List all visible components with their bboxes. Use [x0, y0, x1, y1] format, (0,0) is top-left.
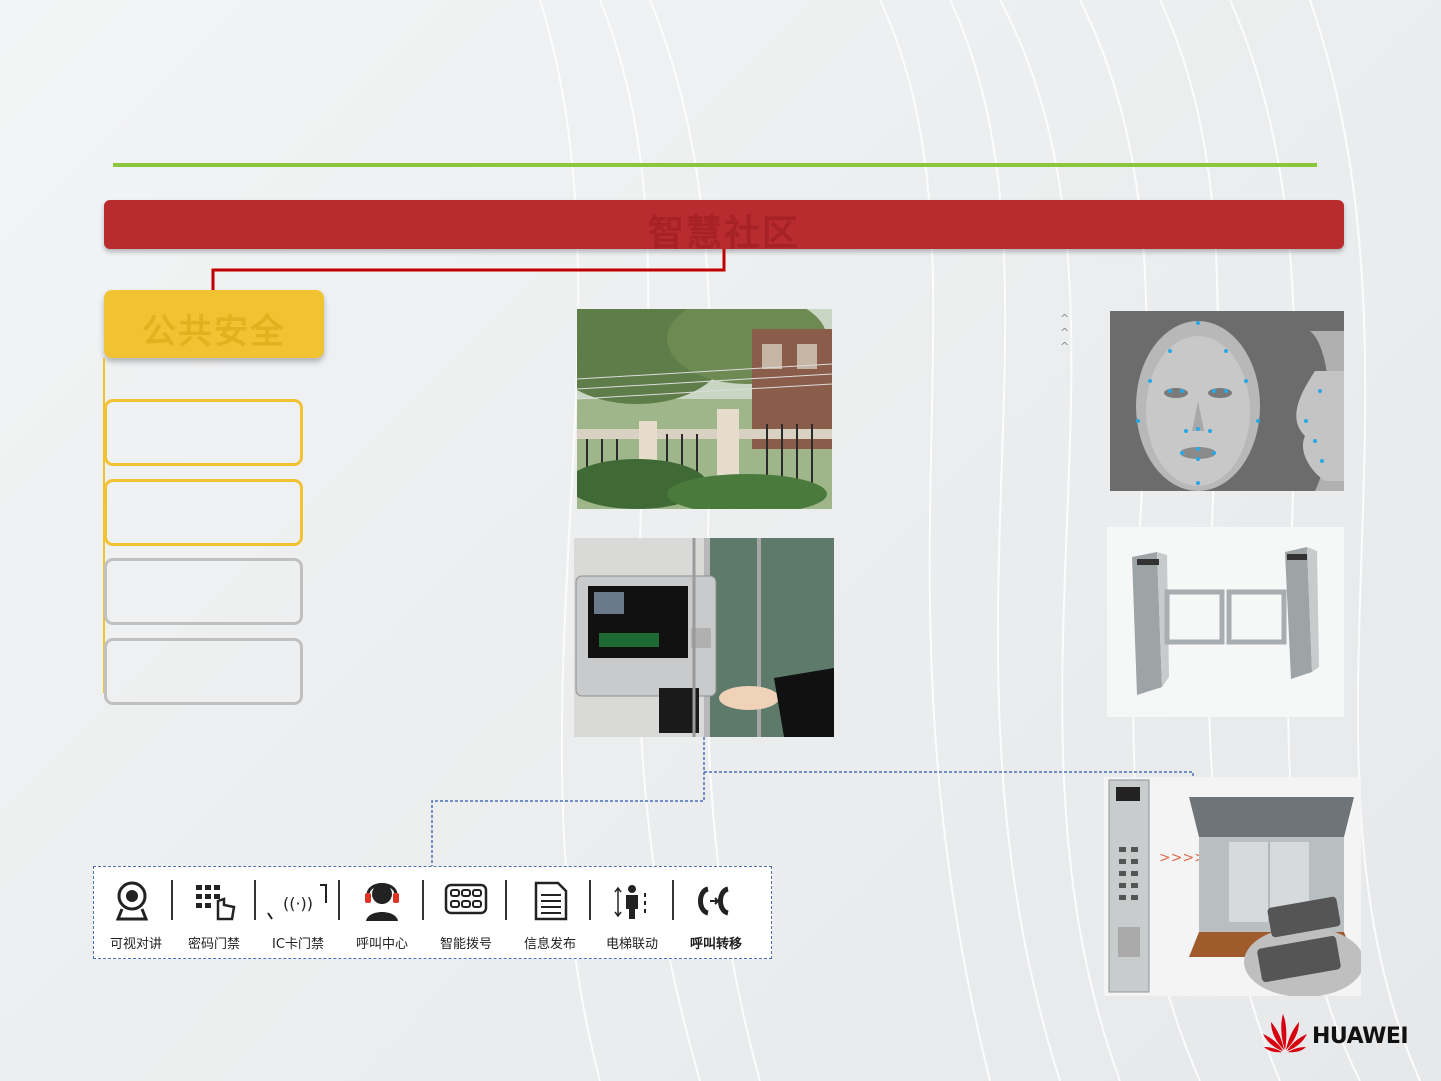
sub-item-box-1[interactable]	[104, 399, 303, 466]
green-divider	[113, 163, 1317, 167]
category-box[interactable]: 公共安全	[104, 290, 324, 358]
feature-label: 可视对讲	[109, 937, 162, 952]
feature-label: 信息发布	[523, 937, 576, 952]
call-forward-icon	[698, 886, 730, 916]
face-recognition-photo	[1110, 311, 1344, 491]
sub-item-box-2[interactable]	[104, 479, 303, 546]
separator	[505, 880, 507, 920]
feature-label: 智能拨号	[439, 937, 492, 952]
feature-label: 呼叫转移	[689, 937, 742, 952]
sub-item-box-4[interactable]	[104, 638, 303, 705]
camera-icon	[115, 881, 149, 921]
feature-label: IC卡门禁	[272, 937, 324, 952]
huawei-petal-icon	[1263, 1014, 1307, 1053]
header-banner: 智慧社区	[104, 200, 1344, 254]
category-title: 公共安全	[142, 311, 286, 352]
feature-elevator-link[interactable]: 电梯联动	[590, 867, 674, 960]
decorative-carets: ^ ^ ^	[1060, 312, 1070, 353]
feature-ic-card-access[interactable]: ((·)) IC卡门禁	[256, 867, 340, 960]
feature-password-access[interactable]: 密码门禁	[172, 867, 256, 960]
feature-smart-dial[interactable]: 智能拨号	[424, 867, 508, 960]
feature-label: 电梯联动	[605, 937, 658, 952]
sub-item-box-3[interactable]	[104, 558, 303, 625]
feature-call-forward[interactable]: 呼叫转移	[674, 867, 758, 960]
keypad-icon	[196, 885, 236, 921]
intercom-photo	[574, 538, 834, 737]
feature-icon-strip: 可视对讲 密码门禁 ((·)) IC卡门禁 呼叫中心 智能拨号 信息发布 电梯联…	[93, 866, 772, 959]
turnstile-photo	[1107, 527, 1344, 717]
header-title: 智慧社区	[647, 212, 800, 254]
feature-video-intercom[interactable]: 可视对讲	[94, 867, 178, 960]
feature-label: 呼叫中心	[355, 937, 408, 952]
feature-call-center[interactable]: 呼叫中心	[340, 867, 424, 960]
dialpad-icon	[444, 883, 488, 915]
elevator-icon	[614, 885, 646, 919]
elevator-photo: >>>>>	[1104, 777, 1361, 996]
headset-icon	[365, 883, 399, 921]
fence-photo	[577, 309, 832, 509]
logo-text: HUAWEI	[1312, 1024, 1409, 1049]
card-reader-icon: ((·))	[267, 884, 327, 920]
svg-text:((·)): ((·))	[283, 894, 313, 913]
feature-label: 密码门禁	[187, 937, 240, 952]
huawei-logo: HUAWEI	[1262, 1010, 1409, 1058]
document-icon	[534, 881, 568, 921]
feature-info-publish[interactable]: 信息发布	[508, 867, 592, 960]
